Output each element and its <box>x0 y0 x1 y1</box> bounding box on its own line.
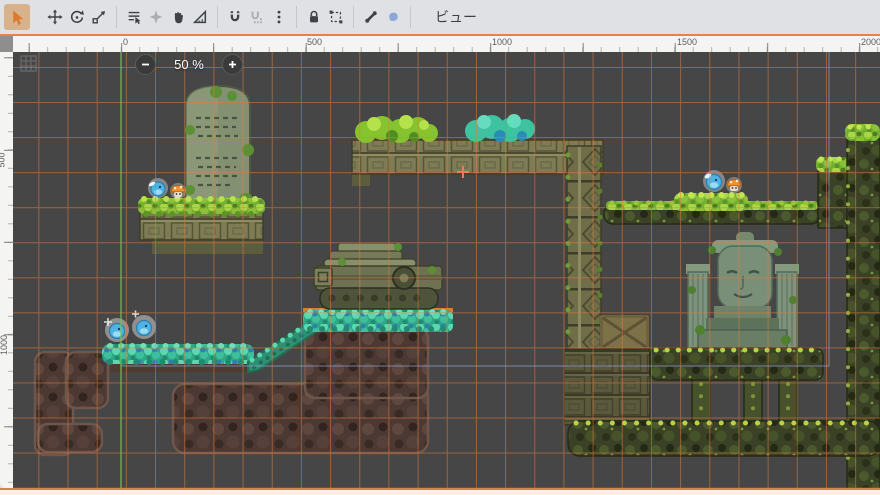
cursor-arrow-icon <box>9 9 26 26</box>
toolbar-divider <box>116 6 117 28</box>
view-menu-button[interactable]: ビュー <box>425 4 487 30</box>
ghost-grid-icon <box>20 55 37 72</box>
ruler-label: 2000 <box>861 37 880 47</box>
zoom-widget: 50 % <box>135 53 243 75</box>
list-select-icon <box>126 9 142 25</box>
snap-options-menu-button[interactable] <box>268 4 290 30</box>
toolbar-divider <box>217 6 218 28</box>
ruler-label: 1000 <box>0 335 9 355</box>
ruler-label: 0 <box>123 37 128 47</box>
triangle-ruler-icon <box>192 9 208 25</box>
lock-icon <box>306 9 322 25</box>
toolbar-divider <box>353 6 354 28</box>
toolbar: ビュー <box>0 0 880 36</box>
ruler-tool-button[interactable] <box>189 4 211 30</box>
ruler-label: 500 <box>0 152 7 167</box>
panel-bottom-edge <box>0 488 880 495</box>
sparkle-icon <box>148 9 164 25</box>
toolbar-divider <box>410 6 411 28</box>
scale-tool-button[interactable] <box>88 4 110 30</box>
pan-tool-button[interactable] <box>167 4 189 30</box>
skeleton-options-button[interactable] <box>360 4 382 30</box>
smart-snap-toggle[interactable] <box>224 4 246 30</box>
ruler-label: 500 <box>307 37 322 47</box>
transform-sparkle-tool-button[interactable] <box>145 4 167 30</box>
lock-button[interactable] <box>303 4 325 30</box>
ruler-corner <box>0 36 13 52</box>
zoom-in-button[interactable] <box>222 54 243 75</box>
group-button[interactable] <box>325 4 347 30</box>
softbody-button[interactable] <box>382 4 404 30</box>
scene-canvas <box>13 52 880 488</box>
scale-icon <box>91 9 107 25</box>
vertical-dots-icon <box>271 9 287 25</box>
zoom-out-button[interactable] <box>135 54 156 75</box>
list-select-tool-button[interactable] <box>123 4 145 30</box>
editor-window: ビュー 0 500 1000 1500 2000 500 1000 <box>0 0 880 495</box>
toolbar-divider <box>296 6 297 28</box>
rotate-icon <box>69 9 85 25</box>
magnet-icon <box>227 9 243 25</box>
group-icon <box>328 9 344 25</box>
ruler-label: 1000 <box>492 37 512 47</box>
blob-icon <box>385 9 401 25</box>
minus-icon <box>140 59 151 70</box>
plus-icon <box>227 59 238 70</box>
zoom-level-label[interactable]: 50 % <box>156 57 222 72</box>
editor-grid <box>13 52 880 488</box>
vertical-ruler: 500 1000 <box>0 52 13 488</box>
grid-snap-toggle[interactable] <box>246 4 268 30</box>
move-arrows-icon <box>47 9 63 25</box>
horizontal-ruler: 0 500 1000 1500 2000 <box>13 36 880 52</box>
ruler-label: 1500 <box>677 37 697 47</box>
bone-icon <box>363 9 379 25</box>
hand-icon <box>170 9 186 25</box>
scene-viewport[interactable]: 50 % <box>13 52 880 488</box>
move-tool-button[interactable] <box>44 4 66 30</box>
grid-magnet-icon <box>249 9 265 25</box>
select-tool-button[interactable] <box>4 4 30 30</box>
rotate-tool-button[interactable] <box>66 4 88 30</box>
